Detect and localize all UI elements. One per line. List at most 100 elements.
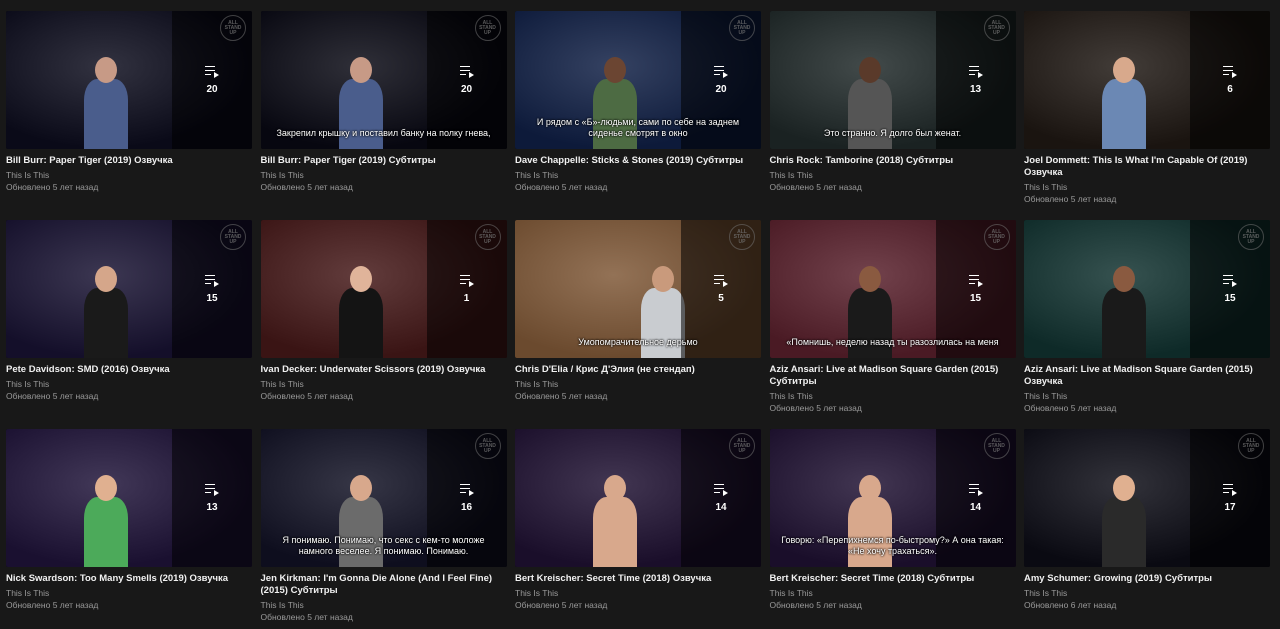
- updated-time: Обновлено 5 лет назад: [769, 403, 862, 413]
- playlist-icon: [1223, 274, 1237, 287]
- playlist-thumbnail[interactable]: ALL STAND UP 20 И рядом с «Б»-людьми, са…: [515, 11, 761, 149]
- playlist-thumbnail[interactable]: 6: [1024, 11, 1270, 149]
- playlist-title[interactable]: Bert Kreischer: Secret Time (2018) Озвуч…: [515, 573, 761, 585]
- updated-time: Обновлено 5 лет назад: [260, 612, 353, 622]
- comedian-figure: [585, 457, 645, 567]
- playlist-thumbnail[interactable]: ALL STAND UP 14 Говорю: «Перепихнемся по…: [769, 429, 1016, 567]
- video-count: 14: [715, 501, 727, 513]
- playlist-thumbnail[interactable]: ALL STAND UP 20 Закрепил крышку и постав…: [260, 11, 507, 149]
- playlist-title[interactable]: Pete Davidson: SMD (2016) Озвучка: [6, 364, 252, 376]
- playlist-title[interactable]: Bert Kreischer: Secret Time (2018) Субти…: [770, 573, 1016, 585]
- playlist-thumbnail[interactable]: ALL STAND UP 20: [6, 11, 252, 149]
- playlist-title[interactable]: Joel Dommett: This Is What I'm Capable O…: [1024, 155, 1270, 179]
- playlist-card[interactable]: 6 Joel Dommett: This Is What I'm Capable…: [1024, 11, 1270, 220]
- channel-name[interactable]: This Is This: [770, 390, 1016, 402]
- channel-name[interactable]: This Is This: [6, 587, 252, 599]
- updated-time: Обновлено 5 лет назад: [1024, 194, 1117, 204]
- playlist-title[interactable]: Dave Chappelle: Sticks & Stones (2019) С…: [515, 155, 761, 167]
- video-count: 17: [1224, 501, 1236, 513]
- subtitle-caption: Это странно. Я долго был женат.: [823, 128, 962, 138]
- playlist-count-overlay: 13: [172, 429, 252, 567]
- video-count: 20: [715, 83, 727, 95]
- playlist-title[interactable]: Ivan Decker: Underwater Scissors (2019) …: [261, 364, 507, 376]
- playlist-card[interactable]: ALL STAND UP 14 Bert Kreischer: Secret T…: [515, 429, 761, 629]
- comedian-figure: [1094, 39, 1154, 149]
- playlist-card[interactable]: ALL STAND UP 15 Pete Davidson: SMD (2016…: [6, 220, 252, 429]
- playlist-icon: [714, 65, 728, 78]
- channel-name[interactable]: This Is This: [6, 378, 252, 390]
- channel-name[interactable]: This Is This: [515, 169, 761, 181]
- channel-name[interactable]: This Is This: [1024, 181, 1270, 193]
- playlist-title[interactable]: Aziz Ansari: Live at Madison Square Gard…: [770, 364, 1016, 388]
- playlist-title[interactable]: Aziz Ansari: Live at Madison Square Gard…: [1024, 364, 1270, 388]
- video-count: 15: [206, 292, 218, 304]
- playlist-thumbnail[interactable]: ALL STAND UP 14: [515, 429, 761, 567]
- playlist-title[interactable]: Bill Burr: Paper Tiger (2019) Субтитры: [261, 155, 507, 167]
- video-count: 20: [206, 83, 218, 95]
- channel-name[interactable]: This Is This: [261, 378, 507, 390]
- playlist-title[interactable]: Amy Schumer: Growing (2019) Субтитры: [1024, 573, 1270, 585]
- channel-name[interactable]: This Is This: [515, 378, 761, 390]
- updated-time: Обновлено 5 лет назад: [260, 391, 353, 401]
- subtitle-caption: «Помнишь, неделю назад ты разозлилась на…: [786, 337, 999, 347]
- playlist-thumbnail[interactable]: ALL STAND UP 15 «Помнишь, неделю назад т…: [769, 220, 1016, 358]
- playlist-title[interactable]: Bill Burr: Paper Tiger (2019) Озвучка: [6, 155, 252, 167]
- comedian-figure: [76, 39, 136, 149]
- video-count: 1: [463, 292, 470, 304]
- playlist-card[interactable]: ALL STAND UP 15 «Помнишь, неделю назад т…: [769, 220, 1016, 429]
- updated-time: Обновлено 5 лет назад: [515, 600, 608, 610]
- video-count: 16: [460, 501, 473, 513]
- playlist-card[interactable]: ALL STAND UP 20 Bill Burr: Paper Tiger (…: [6, 11, 252, 220]
- playlist-icon: [459, 483, 474, 496]
- updated-time: Обновлено 5 лет назад: [769, 600, 862, 610]
- channel-name[interactable]: This Is This: [770, 587, 1016, 599]
- playlist-thumbnail[interactable]: ALL STAND UP 13 Это странно. Я долго был…: [769, 11, 1016, 149]
- updated-time: Обновлено 5 лет назад: [769, 182, 862, 192]
- playlist-card[interactable]: ALL STAND UP 1 Ivan Decker: Underwater S…: [260, 220, 507, 429]
- comedian-figure: [76, 248, 136, 358]
- playlist-icon: [459, 65, 474, 78]
- video-count: 5: [718, 292, 724, 304]
- updated-time: Обновлено 5 лет назад: [6, 600, 99, 610]
- updated-time: Обновлено 5 лет назад: [260, 182, 353, 192]
- channel-name[interactable]: This Is This: [1024, 587, 1270, 599]
- video-count: 15: [969, 292, 982, 304]
- channel-name[interactable]: This Is This: [1024, 390, 1270, 402]
- playlist-thumbnail[interactable]: ALL STAND UP 5 Умопомрачительное дерьмо: [515, 220, 761, 358]
- playlist-thumbnail[interactable]: 13: [6, 429, 252, 567]
- playlist-card[interactable]: ALL STAND UP 16 Я понимаю. Понимаю, что …: [260, 429, 507, 629]
- playlist-thumbnail[interactable]: ALL STAND UP 17: [1024, 429, 1270, 567]
- playlist-icon: [1223, 483, 1237, 496]
- playlist-icon: [1223, 65, 1237, 78]
- playlist-thumbnail[interactable]: ALL STAND UP 15: [1024, 220, 1270, 358]
- comedian-figure: [1094, 248, 1154, 358]
- playlist-thumbnail[interactable]: ALL STAND UP 16 Я понимаю. Понимаю, что …: [260, 429, 507, 567]
- playlist-count-overlay: 17: [1190, 429, 1270, 567]
- channel-name[interactable]: This Is This: [6, 169, 252, 181]
- playlist-title[interactable]: Jen Kirkman: I'm Gonna Die Alone (And I …: [261, 573, 507, 597]
- subtitle-caption: Говорю: «Перепихнемся по-быстрому?» А он…: [781, 535, 1004, 556]
- playlist-title[interactable]: Chris D'Elia / Крис Д'Элия (не стендап): [515, 364, 761, 376]
- playlist-card[interactable]: ALL STAND UP 15 Aziz Ansari: Live at Mad…: [1024, 220, 1270, 429]
- playlist-card[interactable]: 13 Nick Swardson: Too Many Smells (2019)…: [6, 429, 252, 629]
- playlist-thumbnail[interactable]: ALL STAND UP 15: [6, 220, 252, 358]
- playlist-card[interactable]: ALL STAND UP 14 Говорю: «Перепихнемся по…: [769, 429, 1016, 629]
- channel-name[interactable]: This Is This: [770, 169, 1016, 181]
- playlist-card[interactable]: ALL STAND UP 5 Умопомрачительное дерьмо …: [515, 220, 761, 429]
- channel-name[interactable]: This Is This: [515, 587, 761, 599]
- video-count: 13: [206, 501, 218, 513]
- channel-name[interactable]: This Is This: [261, 599, 507, 611]
- video-count: 20: [460, 83, 473, 95]
- channel-name[interactable]: This Is This: [261, 169, 507, 181]
- playlist-title[interactable]: Chris Rock: Tamborine (2018) Субтитры: [770, 155, 1016, 167]
- playlist-card[interactable]: ALL STAND UP 20 И рядом с «Б»-людьми, са…: [515, 11, 761, 220]
- playlist-card[interactable]: ALL STAND UP 20 Закрепил крышку и постав…: [260, 11, 507, 220]
- playlist-title[interactable]: Nick Swardson: Too Many Smells (2019) Оз…: [6, 573, 252, 585]
- updated-time: Обновлено 5 лет назад: [515, 182, 608, 192]
- comedian-figure: [1094, 457, 1154, 567]
- playlist-icon: [459, 274, 474, 287]
- playlist-card[interactable]: ALL STAND UP 13 Это странно. Я долго был…: [769, 11, 1016, 220]
- playlist-thumbnail[interactable]: ALL STAND UP 1: [260, 220, 507, 358]
- playlist-card[interactable]: ALL STAND UP 17 Amy Schumer: Growing (20…: [1024, 429, 1270, 629]
- playlist-icon: [714, 483, 728, 496]
